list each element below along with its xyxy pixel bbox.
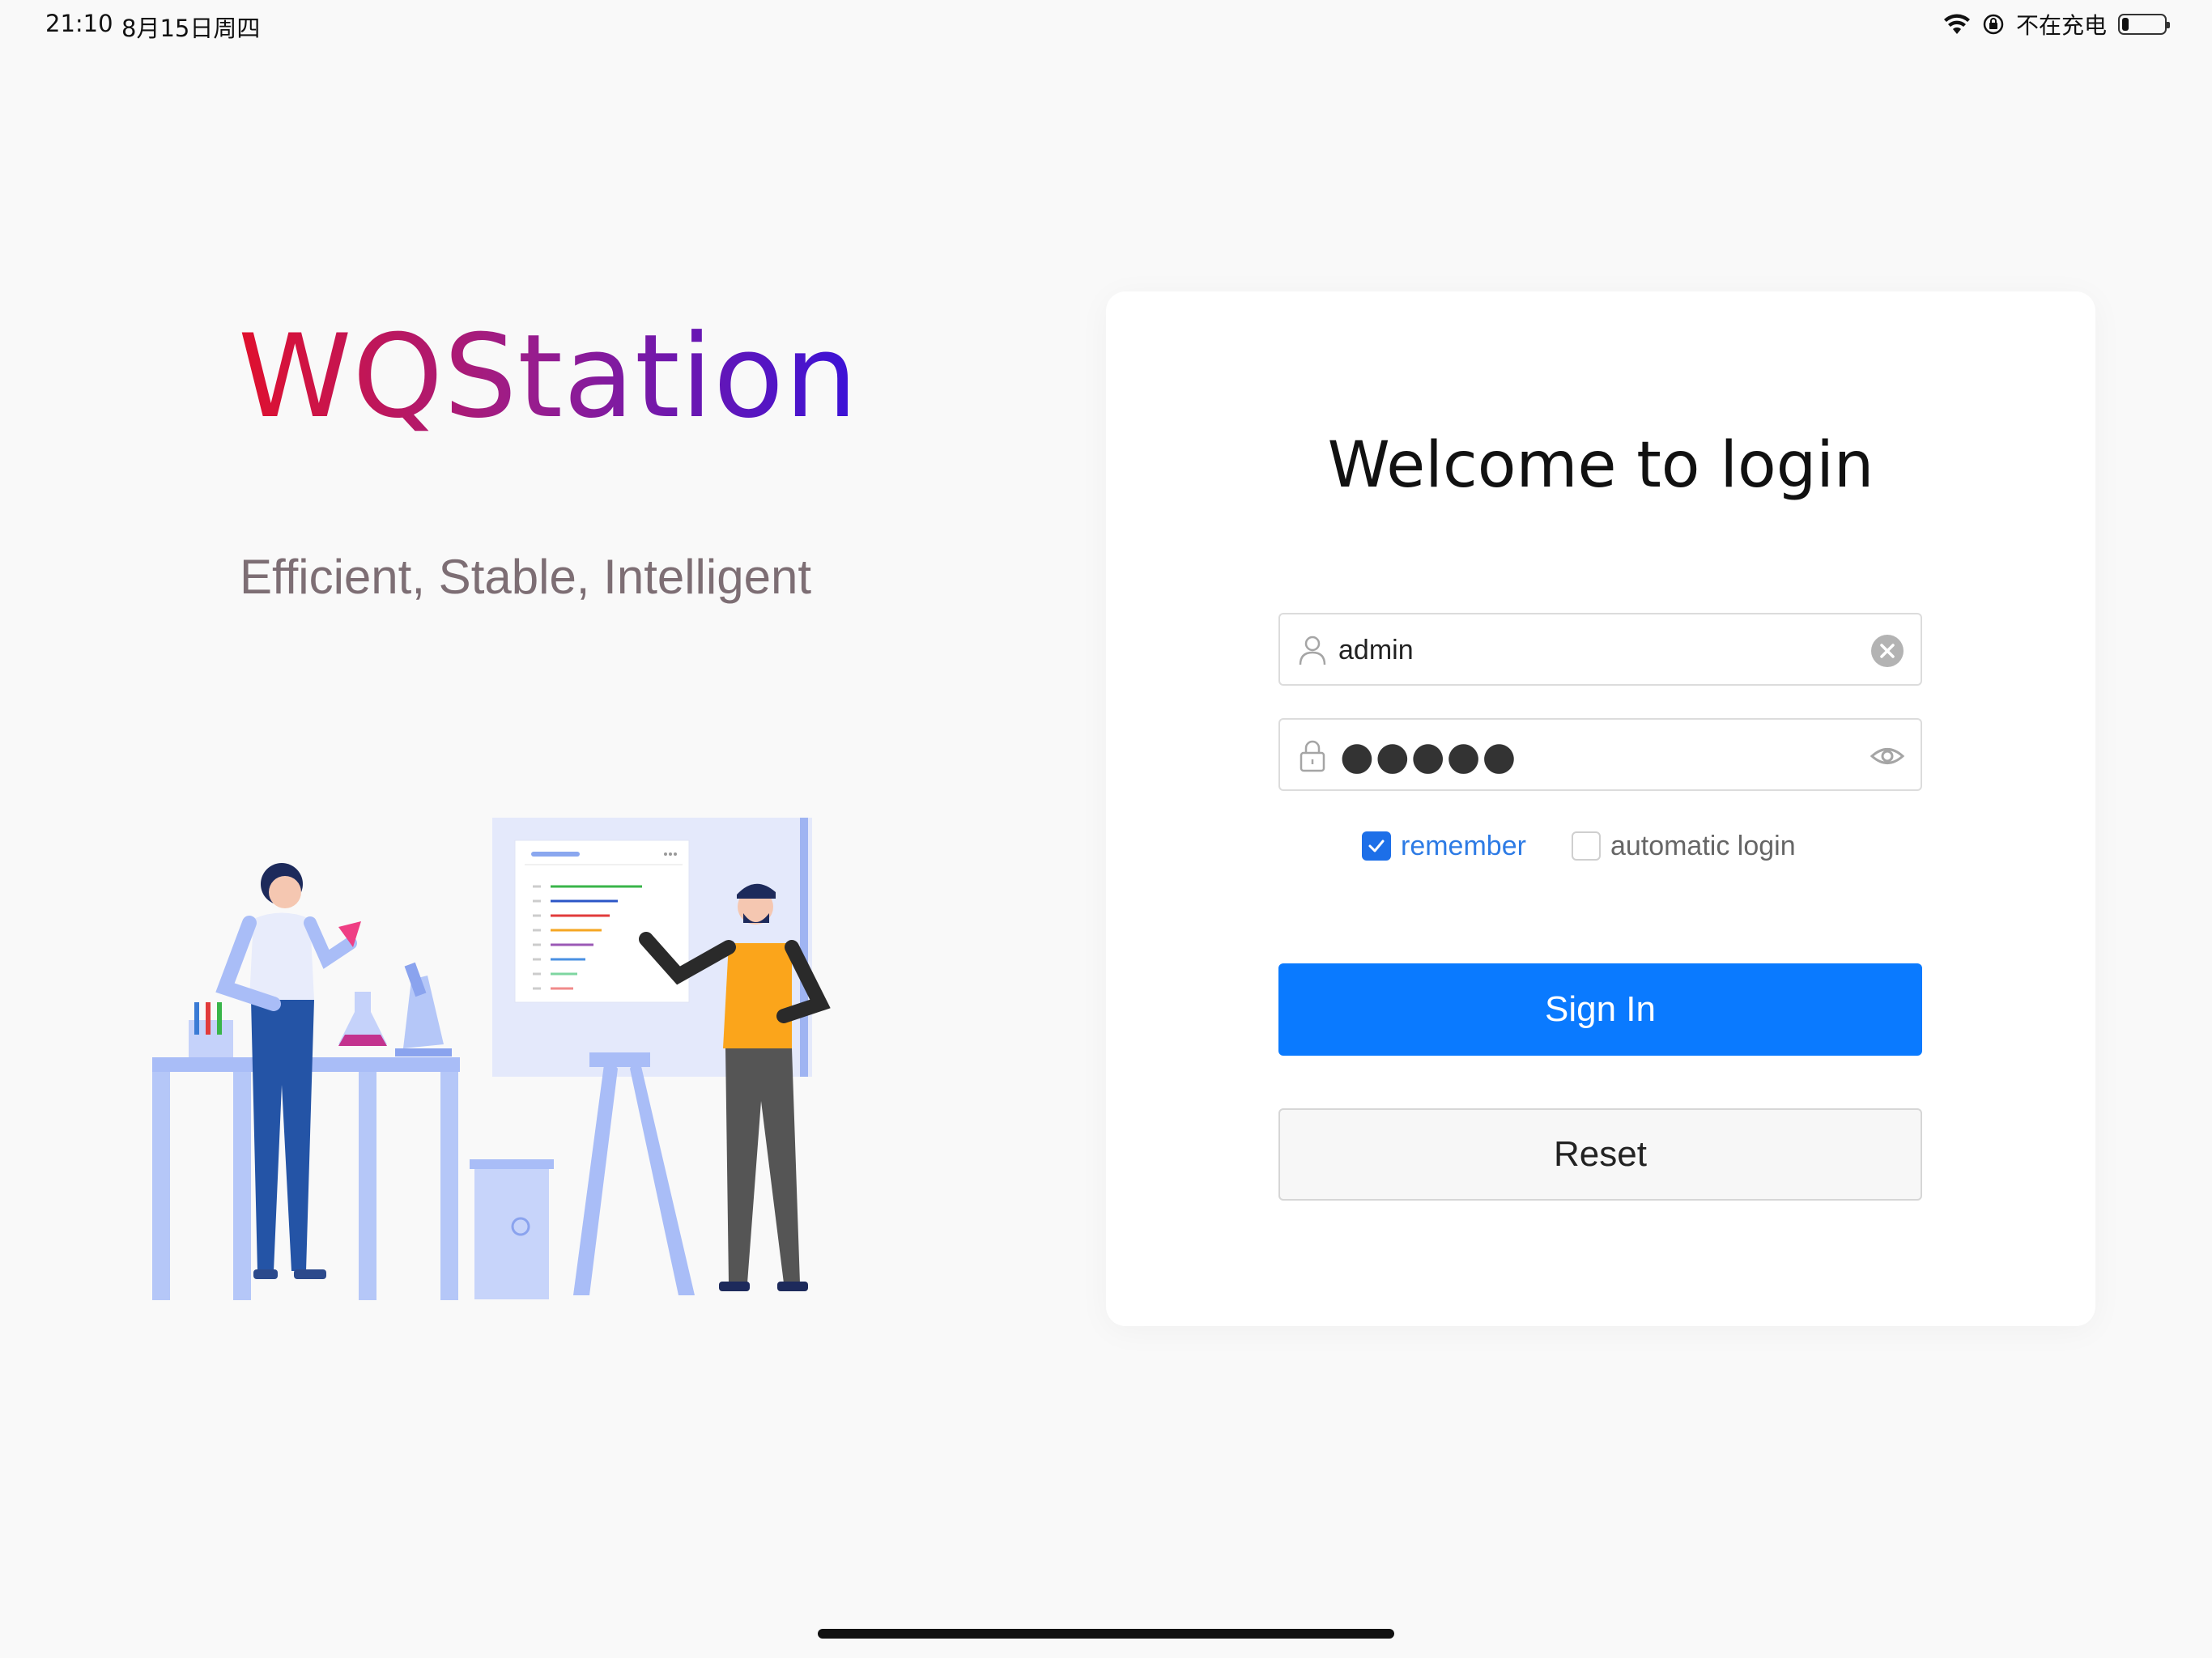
reset-button[interactable]: Reset (1278, 1108, 1922, 1201)
password-input[interactable]: ●●●●● (1340, 728, 1517, 784)
login-card: Welcome to login admin ●●●●● remember au… (1106, 291, 2095, 1326)
check-icon (1368, 840, 1385, 852)
brand-slogan: Efficient, Stable, Intelligent (240, 550, 811, 604)
status-date: 8月15日周四 (121, 15, 261, 42)
user-icon (1295, 632, 1330, 668)
username-input[interactable] (1338, 629, 1840, 671)
login-title: Welcome to login (1327, 429, 1874, 502)
status-right-group: 不在充电 (1943, 8, 2170, 40)
auto-login-label[interactable]: automatic login (1610, 831, 1796, 862)
sign-in-button[interactable]: Sign In (1278, 963, 1922, 1056)
battery-level (2122, 18, 2129, 31)
password-field[interactable]: ●●●●● (1278, 718, 1922, 791)
battery-icon (2118, 14, 2170, 35)
lab-illustration (152, 818, 832, 1303)
wifi-icon (1943, 14, 1971, 35)
remember-checkbox[interactable] (1362, 831, 1391, 861)
clear-icon[interactable] (1869, 632, 1906, 670)
home-indicator[interactable] (818, 1629, 1394, 1639)
lock-icon (1295, 738, 1330, 773)
auto-login-checkbox[interactable] (1571, 831, 1601, 861)
eye-icon[interactable] (1869, 738, 1906, 775)
charging-status-text: 不在充电 (2015, 12, 2107, 39)
remember-label[interactable]: remember (1401, 831, 1526, 862)
status-bar: 21:10 8月15日周四 不在充电 (0, 0, 2212, 49)
login-options: remember automatic login (1362, 828, 1796, 864)
status-time: 21:10 (45, 10, 113, 37)
username-field[interactable] (1278, 613, 1922, 686)
brand-title: WQStation (238, 310, 859, 444)
orientation-lock-icon (1982, 13, 2005, 36)
login-screen: 21:10 8月15日周四 不在充电 WQStation Efficient, … (0, 0, 2212, 1658)
